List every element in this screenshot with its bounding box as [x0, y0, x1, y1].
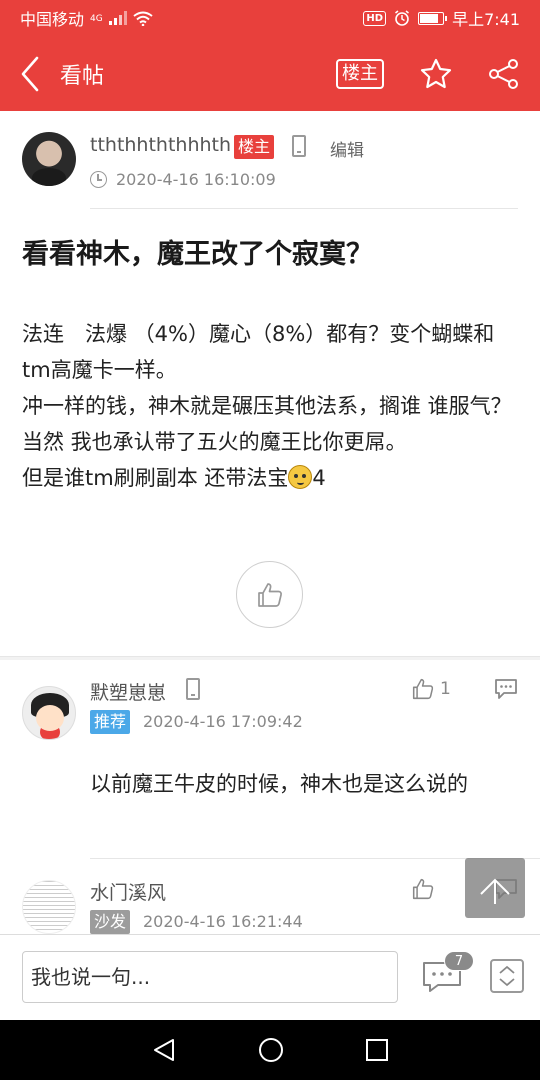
- author-name[interactable]: tththhththhhth: [90, 134, 231, 156]
- recommend-tag: 推荐: [90, 710, 131, 734]
- system-nav-bar: [0, 1020, 540, 1080]
- divider: [90, 208, 518, 209]
- phone-icon: [292, 135, 306, 157]
- status-bar: 中国移动 4G HD 早上7:41: [0, 0, 540, 36]
- clock-time: 早上7:41: [452, 10, 520, 29]
- only-op-button[interactable]: 楼主: [336, 58, 384, 89]
- nav-back-icon[interactable]: [151, 1037, 177, 1063]
- commenter-avatar[interactable]: [22, 686, 76, 740]
- header-actions: 楼主: [336, 58, 540, 90]
- op-tag: 楼主: [234, 135, 275, 159]
- hd-badge: HD: [363, 10, 387, 26]
- comment-count-badge: 7: [444, 951, 474, 971]
- share-icon[interactable]: [488, 58, 520, 90]
- phone-icon: [186, 678, 200, 700]
- section-separator: [0, 656, 540, 660]
- emoji-icon: [288, 465, 313, 489]
- post-time: 2020-4-16 16:10:09: [116, 170, 276, 189]
- edit-link[interactable]: 编辑: [330, 136, 364, 161]
- post-paragraph: 冲一样的钱，神木就是碾压其他法系，搁谁 谁服气？: [22, 394, 512, 418]
- status-right: HD 早上7:41: [363, 6, 520, 30]
- thumbs-up-icon: [257, 582, 282, 607]
- nav-home-icon[interactable]: [258, 1037, 284, 1063]
- clock-icon: [90, 171, 107, 188]
- commenter-name[interactable]: 水门溪风: [90, 878, 166, 905]
- page-title: 看帖: [60, 63, 105, 89]
- like-count: 1: [440, 679, 451, 699]
- thumbs-up-icon: [412, 678, 434, 700]
- commenter-name[interactable]: 默塑崽崽: [90, 678, 166, 705]
- battery-icon: [418, 11, 448, 25]
- back-button[interactable]: [0, 36, 60, 111]
- reply-bar: 7: [0, 934, 540, 1020]
- battery-fill: [420, 13, 439, 23]
- back-arrow-icon: [21, 56, 39, 91]
- reply-icon[interactable]: [494, 678, 518, 700]
- comment-time: 2020-4-16 17:09:42: [143, 712, 303, 731]
- page-jump-button[interactable]: [490, 959, 524, 993]
- carrier-label: 中国移动: [20, 10, 85, 29]
- commenter-avatar[interactable]: [22, 880, 76, 934]
- post-text: 4: [312, 466, 326, 490]
- star-icon[interactable]: [420, 58, 452, 90]
- thumbs-up-icon: [412, 878, 434, 900]
- network-label: 4G: [90, 14, 103, 24]
- comment-like-button[interactable]: 1: [412, 678, 451, 700]
- nav-recents-icon[interactable]: [365, 1038, 389, 1062]
- post-paragraph: 但是谁tm刷刷副本 还带法宝 4: [22, 460, 522, 496]
- signal-icon: [108, 11, 127, 25]
- sofa-tag: 沙发: [90, 910, 131, 934]
- status-left: 中国移动 4G: [20, 6, 153, 30]
- wifi-icon: [133, 11, 153, 26]
- post-like-button[interactable]: [236, 561, 303, 628]
- author-avatar[interactable]: [22, 132, 76, 186]
- post-title: 看看神木，魔王改了个寂寞？: [22, 239, 373, 270]
- chevron-up-down-icon: [499, 965, 515, 987]
- post-body: 法连 法爆 （4%）魔心（8%）都有？变个蝴蝶和tm高魔卡一样。 冲一样的钱，神…: [22, 316, 522, 496]
- arrow-up-icon: [480, 878, 510, 904]
- scroll-to-top-button[interactable]: [465, 858, 525, 918]
- alarm-icon: [395, 10, 410, 26]
- reply-input[interactable]: [22, 951, 398, 1003]
- post-paragraph: 当然 我也承认带了五火的魔王比你更屌。: [22, 430, 407, 454]
- comment-text: 以前魔王牛皮的时候，神木也是这么说的: [90, 772, 468, 796]
- post-text: 但是谁tm刷刷副本 还带法宝: [22, 466, 289, 490]
- post-paragraph: 法连 法爆 （4%）魔心（8%）都有？变个蝴蝶和tm高魔卡一样。: [22, 322, 495, 382]
- comment-like-button[interactable]: [412, 878, 434, 900]
- comment-time: 2020-4-16 16:21:44: [143, 912, 303, 931]
- top-header: 看帖 楼主: [0, 36, 540, 111]
- post-author-row: tththhththhhth 楼主 编辑 2020-4-16 16:10:09: [22, 132, 522, 192]
